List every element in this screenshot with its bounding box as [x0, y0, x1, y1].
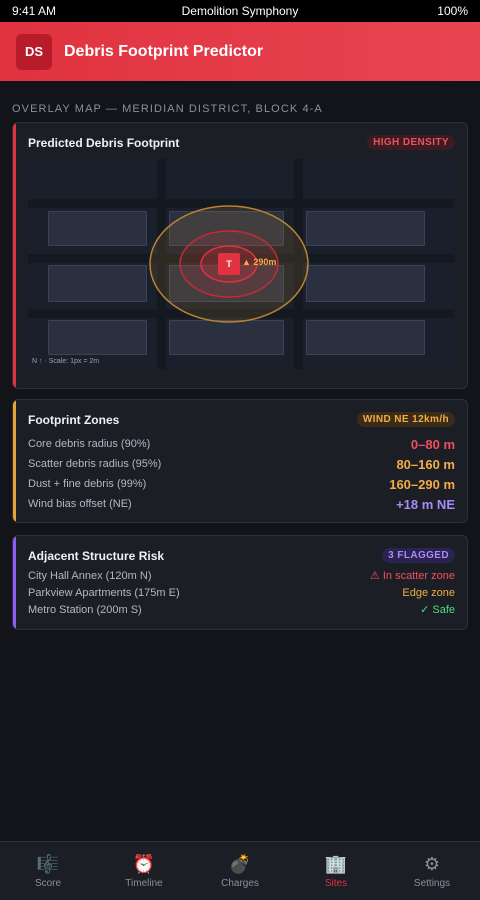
score-icon: 🎼 — [36, 853, 60, 874]
zone-row: Dust + fine debris (99%) 160–290 m — [28, 474, 455, 494]
tab-label: Sites — [324, 877, 348, 889]
zone-value: +18 m NE — [396, 496, 455, 512]
map-scale: N ↑ · Scale: 1px = 2m — [32, 358, 100, 365]
zone-list: Core debris radius (90%) 0–80 m Scatter … — [28, 434, 455, 514]
zone-value: 0–80 m — [410, 436, 455, 452]
target-marker[interactable]: T — [218, 253, 240, 275]
status-app-name: Demolition Symphony — [181, 4, 299, 18]
debris-footprint-card: Predicted Debris Footprint HIGH DENSITY … — [12, 122, 468, 389]
flagged-badge: 3 FLAGGED — [382, 548, 455, 563]
section-label: OVERLAY MAP — MERIDIAN DISTRICT, BLOCK 4… — [12, 103, 323, 115]
debris-zones-overlay — [149, 205, 309, 323]
radius-label: ▲ 290m — [242, 257, 277, 267]
tab-label: Settings — [413, 877, 451, 889]
risk-status: ⚠ In scatter zone — [369, 570, 455, 582]
density-badge: HIGH DENSITY — [367, 135, 455, 150]
structure-label: Parkview Apartments (175m E) — [28, 586, 180, 599]
building-icon: 🏢 — [324, 853, 348, 874]
gear-icon: ⚙ — [423, 853, 441, 874]
risk-status: Edge zone — [402, 586, 455, 599]
status-bar: 9:41 AM Demolition Symphony 100% — [0, 0, 480, 22]
zone-label: Wind bias offset (NE) — [28, 498, 132, 510]
app-header: DS Debris Footprint Predictor — [0, 22, 480, 81]
structure-risk-card: Adjacent Structure Risk 3 FLAGGED City H… — [12, 535, 468, 630]
alarm-clock-icon: ⏰ — [132, 853, 156, 874]
wind-badge: WIND NE 12km/h — [356, 412, 455, 427]
risk-row[interactable]: City Hall Annex (120m N) ⚠ In scatter zo… — [28, 567, 455, 584]
tab-label: Charges — [221, 877, 259, 889]
footprint-zones-card: Footprint Zones WIND NE 12km/h Core debr… — [12, 399, 468, 523]
bomb-icon: 💣 — [228, 853, 252, 874]
zone-row: Scatter debris radius (95%) 80–160 m — [28, 454, 455, 474]
zone-label: Core debris radius (90%) — [28, 438, 151, 450]
page-title: Debris Footprint Predictor — [64, 42, 264, 60]
risk-status: ✓ Safe — [420, 604, 455, 616]
app-logo[interactable]: DS — [16, 33, 52, 70]
status-battery: 100% — [437, 4, 468, 18]
card-title: Footprint Zones — [28, 412, 120, 427]
zone-label: Scatter debris radius (95%) — [28, 458, 162, 470]
card-title: Adjacent Structure Risk — [28, 548, 165, 563]
structure-label: City Hall Annex (120m N) — [28, 569, 152, 582]
card-title: Predicted Debris Footprint — [28, 135, 180, 150]
tab-label: Score — [34, 877, 62, 889]
risk-row[interactable]: Parkview Apartments (175m E) Edge zone — [28, 584, 455, 601]
structure-label: Metro Station (200m S) — [28, 603, 142, 616]
zone-row: Wind bias offset (NE) +18 m NE — [28, 494, 455, 514]
tab-score[interactable]: 🎼 Score — [0, 842, 96, 900]
overlay-map[interactable]: T ▲ 290m N ↑ · Scale: 1px = 2m — [28, 159, 454, 369]
tab-label: Timeline — [125, 877, 163, 889]
zone-value: 160–290 m — [389, 476, 455, 492]
zone-label: Dust + fine debris (99%) — [28, 478, 147, 490]
tab-sites[interactable]: 🏢 Sites — [288, 842, 384, 900]
zone-value: 80–160 m — [396, 456, 455, 472]
risk-row[interactable]: Metro Station (200m S) ✓ Safe — [28, 601, 455, 618]
tab-timeline[interactable]: ⏰ Timeline — [96, 842, 192, 900]
zone-row: Core debris radius (90%) 0–80 m — [28, 434, 455, 454]
risk-list: City Hall Annex (120m N) ⚠ In scatter zo… — [28, 567, 455, 618]
bottom-tab-bar: 🎼 Score ⏰ Timeline 💣 Charges 🏢 Sites ⚙ S… — [0, 841, 480, 900]
tab-settings[interactable]: ⚙ Settings — [384, 842, 480, 900]
tab-charges[interactable]: 💣 Charges — [192, 842, 288, 900]
status-time: 9:41 AM — [12, 4, 57, 18]
